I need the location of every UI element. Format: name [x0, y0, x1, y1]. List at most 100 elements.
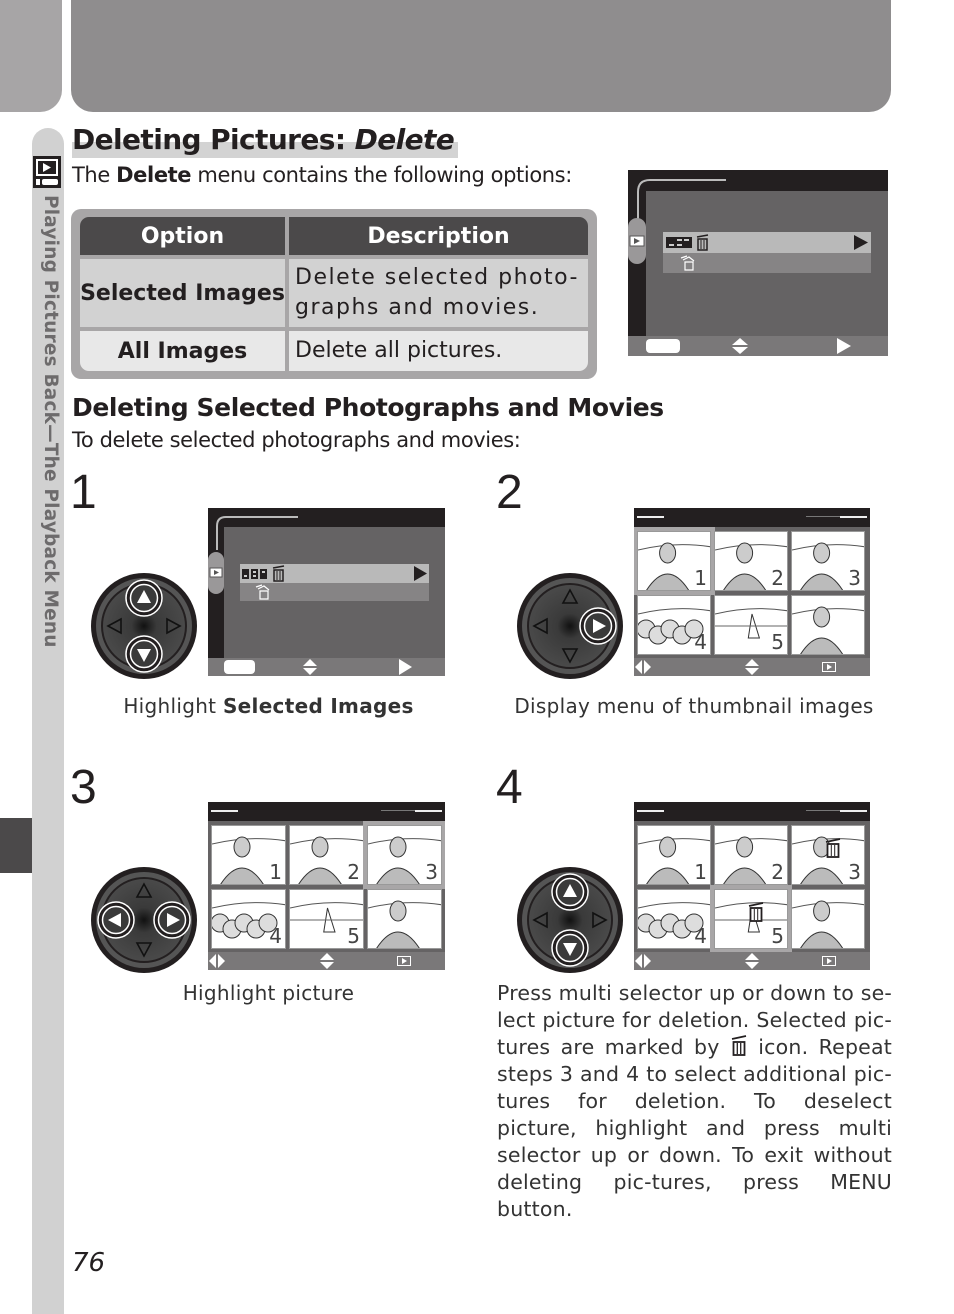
multi-selector — [516, 572, 624, 680]
thumbnail[interactable]: 4 — [637, 889, 711, 949]
thumbnail[interactable]: 3 — [791, 825, 865, 885]
intro-bold: Delete — [116, 163, 192, 187]
scroll-track — [381, 810, 415, 811]
arrow-right-icon — [414, 566, 427, 581]
menu-item-all-images[interactable] — [240, 583, 429, 601]
thumbnail-number: 1 — [269, 860, 282, 884]
thumbnail[interactable]: 5 — [710, 885, 792, 953]
all-images-trash-icon — [255, 584, 270, 600]
thumbnail[interactable] — [791, 595, 865, 655]
all-images-trash-icon — [680, 255, 695, 271]
thumbnail[interactable]: 4 — [637, 595, 711, 655]
header-line — [637, 516, 664, 518]
scroll-thumb — [840, 810, 867, 812]
title-italic: Delete — [354, 123, 455, 156]
step3-thumbnail-screen: 1 2 3 4 5 — [208, 802, 445, 970]
multi-selector — [90, 572, 198, 680]
up-down-icon — [745, 659, 759, 675]
menu-button-indicator — [646, 339, 680, 353]
thumbnail[interactable] — [791, 889, 865, 949]
thumbnail[interactable] — [367, 889, 442, 949]
thumbnail[interactable]: 3 — [363, 821, 445, 889]
selector-up-button[interactable] — [125, 579, 163, 617]
multi-selector — [90, 866, 198, 974]
delete-menu-screen — [628, 170, 888, 356]
thumbnail[interactable]: 2 — [289, 825, 364, 885]
playback-icon — [822, 662, 836, 672]
step1-screen — [208, 508, 445, 676]
trash-icon — [749, 902, 764, 922]
playback-icon — [397, 956, 411, 966]
step4-thumbnail-screen: 1 2 3 4 5 — [634, 802, 870, 970]
table-cell-option: All Images — [80, 331, 285, 371]
menu-item-selected-images[interactable] — [240, 564, 429, 583]
chapter-marker — [0, 818, 32, 873]
thumbnail-number: 3 — [848, 566, 861, 590]
up-down-icon — [303, 659, 317, 675]
thumbnail[interactable]: 1 — [211, 825, 286, 885]
selector-left-button[interactable] — [97, 901, 135, 939]
page-number: 76 — [72, 1248, 106, 1278]
thumbnail-number: 1 — [694, 860, 707, 884]
step2-caption: Display menu of thumbnail images — [514, 694, 874, 718]
arrow-right-icon — [854, 235, 868, 250]
menu-button-indicator — [224, 660, 255, 674]
step3-caption: Highlight picture — [182, 981, 355, 1005]
playback-icon — [822, 956, 836, 966]
page-title: Deleting Pictures: Delete — [72, 122, 459, 158]
left-right-icon — [209, 954, 225, 968]
scroll-thumb — [415, 810, 442, 812]
arrow-right-icon — [837, 338, 851, 354]
selector-right-button[interactable] — [579, 607, 617, 645]
menu-item-all-images[interactable] — [663, 253, 871, 273]
table-header-description: Description — [289, 217, 588, 255]
thumbnail-number: 3 — [425, 860, 438, 884]
thumbnail[interactable]: 1 — [637, 825, 711, 885]
subsection-title: Deleting Selected Photographs and Movies — [72, 393, 664, 422]
left-right-icon — [635, 954, 651, 968]
screen-footer — [628, 336, 888, 356]
thumbnail-number: 2 — [347, 860, 360, 884]
multi-selector — [516, 866, 624, 974]
up-down-icon — [732, 338, 748, 354]
intro-text: The Delete menu contains the following o… — [72, 160, 572, 190]
up-down-icon — [745, 953, 759, 969]
header-tab-left — [0, 0, 62, 112]
thumbnail-number: 4 — [269, 924, 282, 948]
step1-caption: Highlight Selected Images — [70, 692, 467, 720]
step-number: 4 — [496, 761, 523, 814]
scroll-track — [806, 516, 840, 517]
selector-down-button[interactable] — [125, 635, 163, 673]
menu-item-selected-images[interactable] — [663, 232, 871, 253]
thumbnail-number: 2 — [771, 860, 784, 884]
table-cell-description: Delete all pictures. — [289, 331, 588, 371]
thumbnail-number: 1 — [694, 566, 707, 590]
thumbnail[interactable]: 5 — [714, 595, 788, 655]
thumbnail[interactable]: 3 — [791, 531, 865, 591]
thumbnail[interactable]: 2 — [714, 531, 788, 591]
selector-right-button[interactable] — [153, 901, 191, 939]
caption-bold: Selected Images — [222, 694, 414, 718]
trash-icon — [731, 1035, 747, 1056]
header-line — [637, 810, 664, 812]
thumbnail-number: 3 — [848, 860, 861, 884]
playback-icon — [33, 156, 61, 188]
thumbnail[interactable]: 2 — [714, 825, 788, 885]
thumbnail[interactable]: 5 — [289, 889, 364, 949]
thumbnail[interactable]: 4 — [211, 889, 286, 949]
thumbnail[interactable]: 1 — [634, 527, 715, 595]
thumbnail-number: 5 — [347, 924, 360, 948]
selector-down-button[interactable] — [551, 929, 589, 967]
table-cell-option: Selected Images — [80, 259, 285, 327]
selector-up-button[interactable] — [551, 873, 589, 911]
options-table: Option Description Selected Images Delet… — [71, 209, 597, 379]
thumbnail-number: 5 — [771, 630, 784, 654]
selected-images-icon — [666, 234, 709, 251]
thumbnail-number: 5 — [771, 924, 784, 948]
scroll-thumb — [840, 516, 867, 518]
header-line — [211, 810, 238, 812]
selected-images-icon — [242, 565, 285, 582]
trash-icon — [826, 838, 841, 858]
thumbnail-image — [792, 606, 864, 654]
caption-text: Highlight — [123, 694, 223, 718]
